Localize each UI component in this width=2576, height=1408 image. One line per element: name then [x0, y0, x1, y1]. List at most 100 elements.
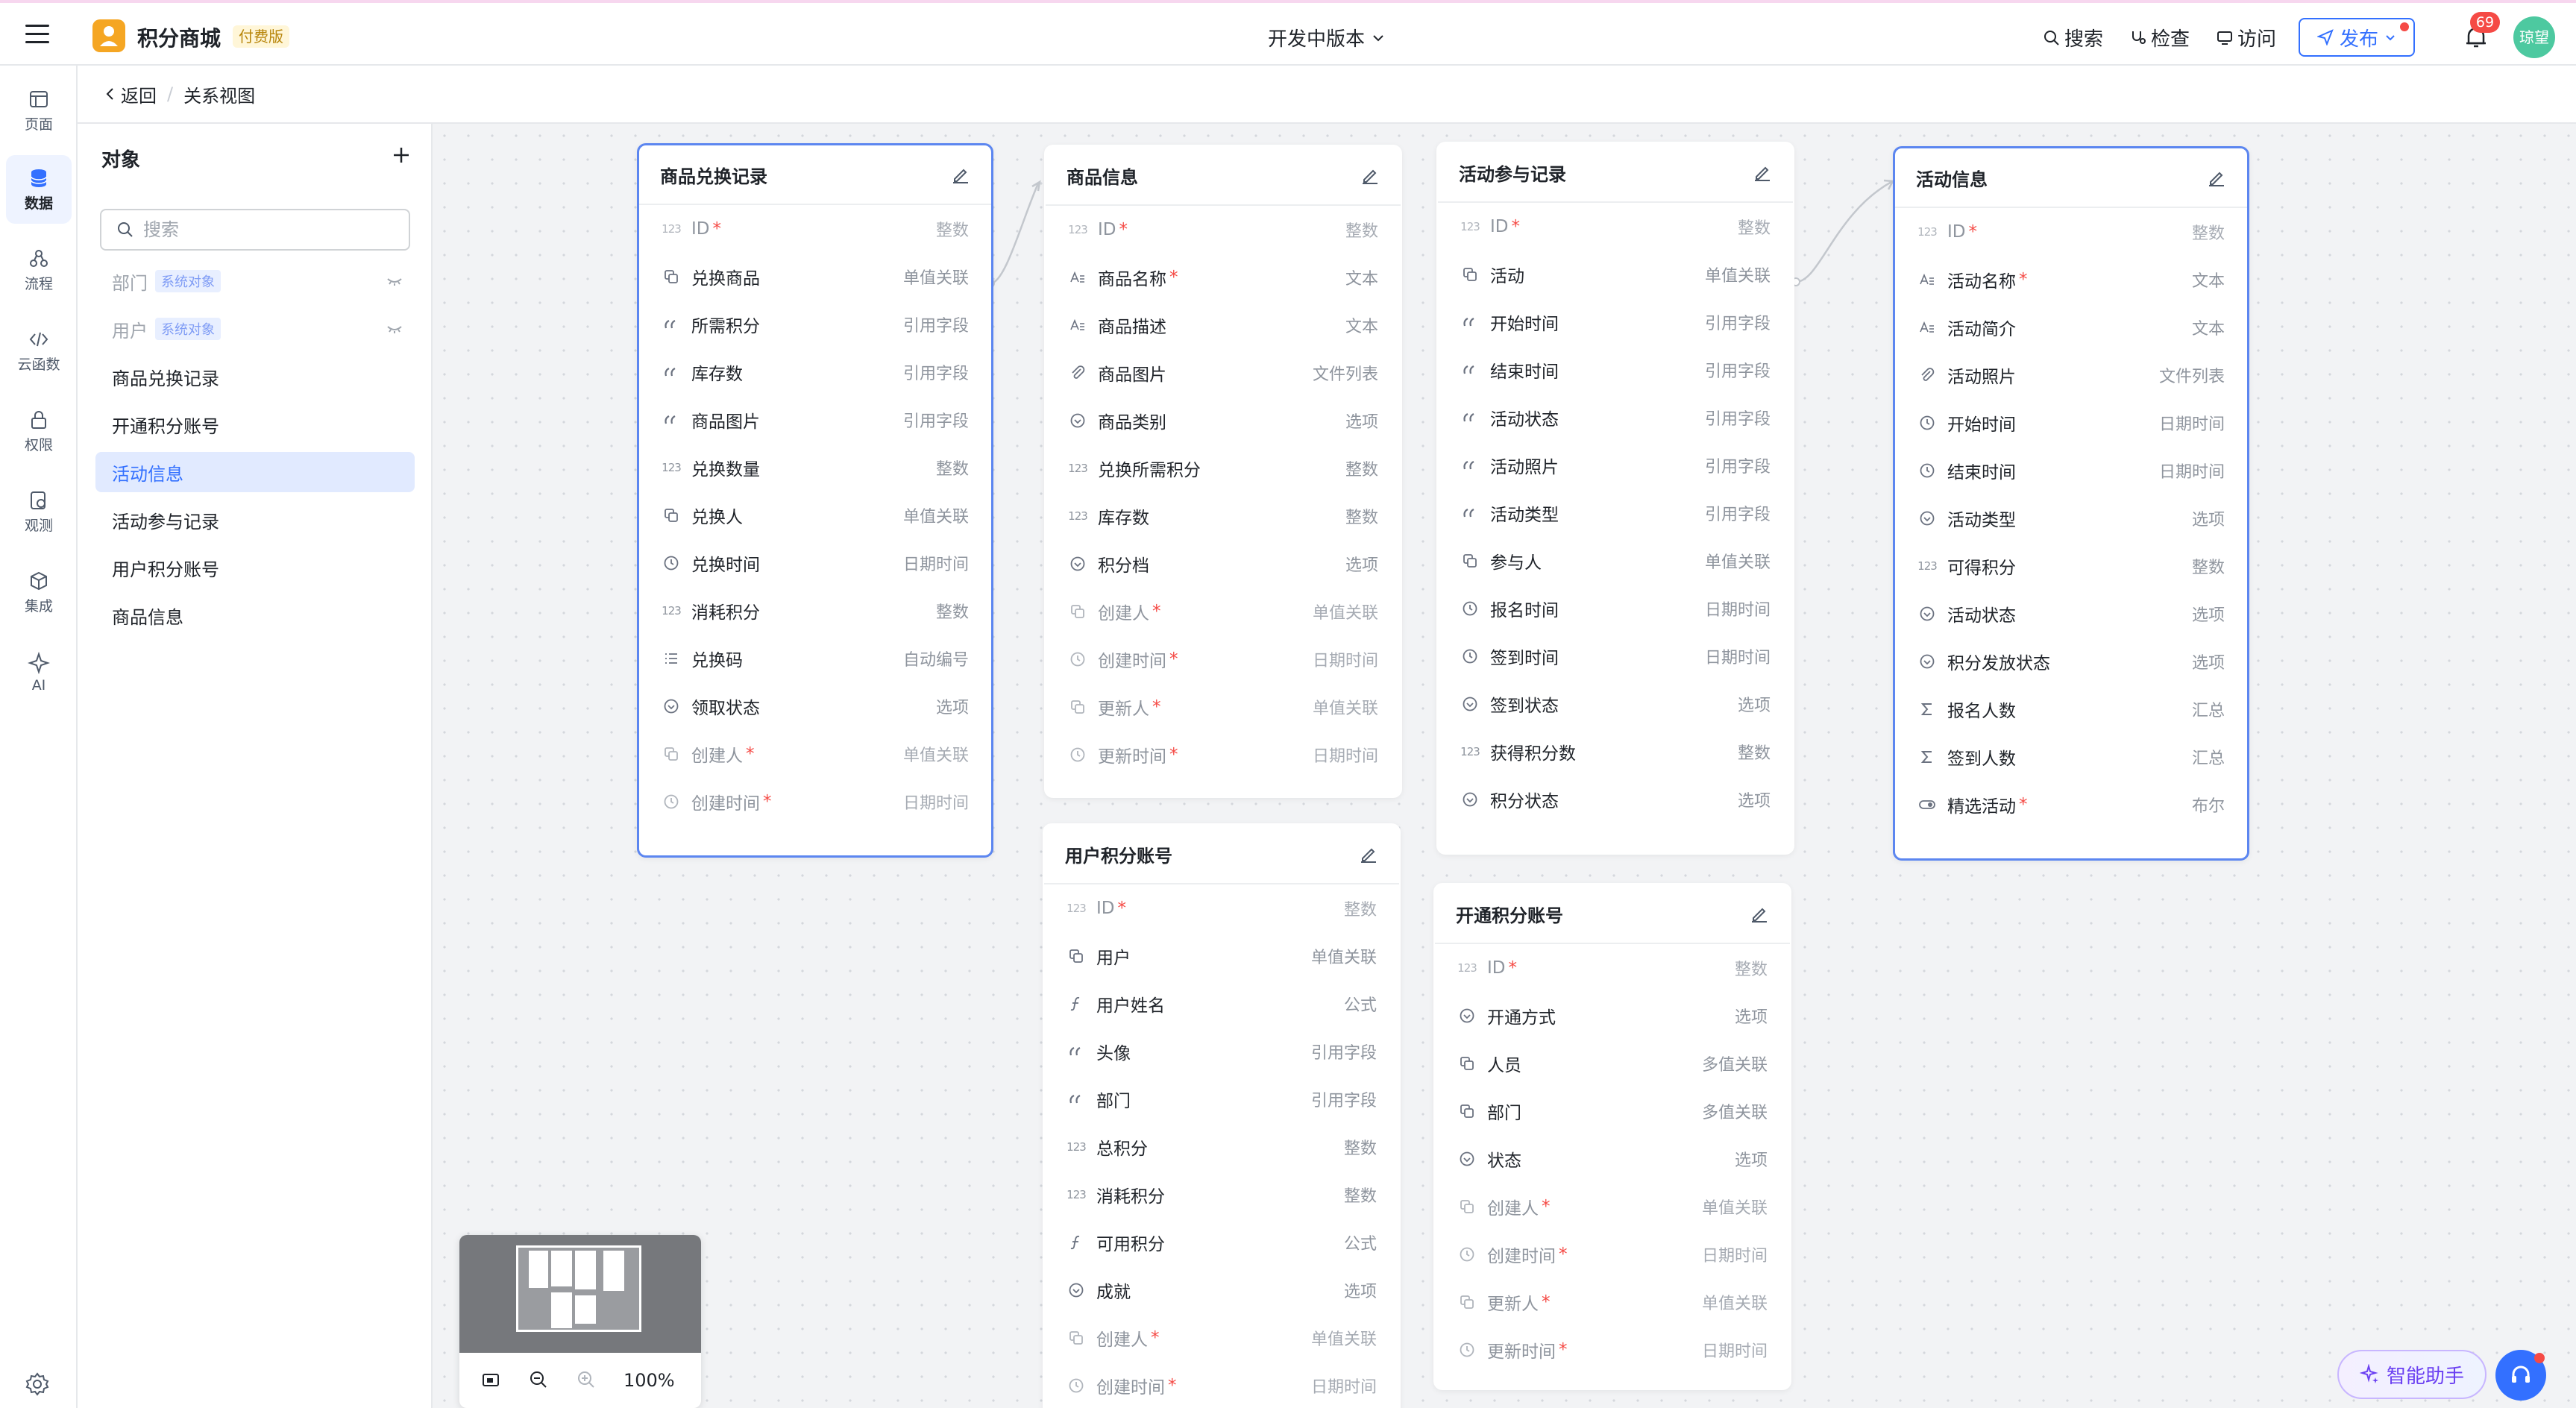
- field-row[interactable]: 商品类别 选项: [1046, 397, 1401, 444]
- rail-item-integration[interactable]: 集成: [6, 558, 72, 626]
- field-row[interactable]: 活动简介 文本: [1895, 304, 2247, 351]
- object-item-participation[interactable]: 活动参与记录: [95, 500, 415, 540]
- minimap[interactable]: 100%: [459, 1235, 701, 1408]
- field-row[interactable]: 人员 多值关联: [1435, 1040, 1790, 1087]
- field-row[interactable]: 创建人 * 单值关联: [1435, 1183, 1790, 1231]
- rail-item-ai[interactable]: AI: [6, 638, 72, 707]
- field-row[interactable]: 状态 选项: [1435, 1135, 1790, 1183]
- field-row[interactable]: 123 可得积分 整数: [1895, 542, 2247, 590]
- object-search-input[interactable]: [143, 219, 382, 240]
- rail-item-data[interactable]: 数据: [6, 155, 72, 224]
- object-card-exchange-record[interactable]: 商品兑换记录 123 ID * 整数 兑换商品 单值关联 所需积分 引用字段 库存数 引用字段 商品…: [637, 143, 993, 858]
- field-row[interactable]: 报名时间 日期时间: [1438, 585, 1793, 632]
- object-card-participation[interactable]: 活动参与记录 123 ID * 整数 活动 单值关联 开始时间 引用字段 结束时间 引用字段 活动状…: [1436, 142, 1794, 855]
- edit-icon[interactable]: [1360, 166, 1380, 185]
- field-row[interactable]: 123 兑换所需积分 整数: [1046, 444, 1401, 492]
- field-row[interactable]: 更新时间 * 日期时间: [1435, 1326, 1790, 1374]
- visit-button[interactable]: 访问: [2217, 24, 2276, 51]
- field-row[interactable]: 123 消耗积分 整数: [1044, 1171, 1399, 1219]
- field-row[interactable]: 123 兑换数量 整数: [639, 444, 991, 491]
- field-row[interactable]: 积分发放状态 选项: [1895, 638, 2247, 685]
- inspect-button[interactable]: 检查: [2130, 24, 2190, 51]
- gear-icon[interactable]: [24, 1371, 54, 1401]
- field-row[interactable]: 活动照片 引用字段: [1438, 441, 1793, 489]
- field-row[interactable]: 库存数 引用字段: [639, 348, 991, 396]
- object-card-user-account[interactable]: 用户积分账号 123 ID * 整数 用户 单值关联 用户姓名 公式 头像 引用字段 部门 引用字段 1…: [1043, 823, 1401, 1408]
- field-row[interactable]: 部门 多值关联: [1435, 1087, 1790, 1135]
- object-item-user[interactable]: 用户 系统对象: [95, 309, 415, 349]
- field-row[interactable]: 可用积分 公式: [1044, 1219, 1399, 1266]
- object-card-open-account[interactable]: 开通积分账号 123 ID * 整数 开通方式 选项 人员 多值关联 部门 多值关联 状态 选项 创建人…: [1433, 883, 1791, 1390]
- object-item-department[interactable]: 部门 系统对象: [95, 261, 415, 301]
- field-row[interactable]: 兑换商品 单值关联: [639, 253, 991, 301]
- field-row[interactable]: 创建时间 * 日期时间: [1044, 1362, 1399, 1408]
- object-card-activity-info[interactable]: 活动信息 123 ID * 整数 活动名称 * 文本 活动简介 文本 活动照片 文件列表 开始时间 日期…: [1893, 146, 2249, 861]
- field-row[interactable]: 123 ID * 整数: [1046, 206, 1401, 254]
- search-button[interactable]: 搜索: [2043, 24, 2103, 51]
- field-row[interactable]: 123 获得积分数 整数: [1438, 728, 1793, 776]
- field-row[interactable]: 积分状态 选项: [1438, 776, 1793, 823]
- field-row[interactable]: 兑换码 自动编号: [639, 635, 991, 682]
- field-row[interactable]: 创建时间 * 日期时间: [1435, 1231, 1790, 1278]
- relation-canvas[interactable]: 商品兑换记录 123 ID * 整数 兑换商品 单值关联 所需积分 引用字段 库存数 引用字段 商品…: [433, 124, 2576, 1408]
- object-card-product-info[interactable]: 商品信息 123 ID * 整数 商品名称 * 文本 商品描述 文本 商品图片 文件列表 商品类别 选项…: [1044, 145, 1402, 798]
- field-row[interactable]: 123 ID * 整数: [1044, 884, 1399, 932]
- field-row[interactable]: 参与人 单值关联: [1438, 537, 1793, 585]
- field-row[interactable]: 活动类型 引用字段: [1438, 489, 1793, 537]
- field-row[interactable]: 商品名称 * 文本: [1046, 254, 1401, 301]
- ai-assistant-button[interactable]: 智能助手: [2337, 1350, 2487, 1399]
- zoom-in-icon[interactable]: [576, 1369, 598, 1392]
- field-row[interactable]: 成就 选项: [1044, 1266, 1399, 1314]
- object-search[interactable]: [100, 209, 410, 251]
- eye-off-icon[interactable]: [386, 274, 403, 288]
- field-row[interactable]: 结束时间 日期时间: [1895, 447, 2247, 494]
- menu-icon[interactable]: [24, 22, 51, 46]
- field-row[interactable]: 123 ID * 整数: [1438, 203, 1793, 251]
- version-dropdown[interactable]: 开发中版本: [1268, 24, 1386, 51]
- minimap-viewport[interactable]: [516, 1245, 641, 1332]
- edit-icon[interactable]: [951, 165, 970, 184]
- object-item-exchange-record[interactable]: 商品兑换记录: [95, 356, 415, 397]
- field-row[interactable]: 开始时间 日期时间: [1895, 399, 2247, 447]
- field-row[interactable]: 创建人 * 单值关联: [639, 730, 991, 778]
- field-row[interactable]: 创建人 * 单值关联: [1044, 1314, 1399, 1362]
- field-row[interactable]: 领取状态 选项: [639, 682, 991, 730]
- field-row[interactable]: 开通方式 选项: [1435, 992, 1790, 1040]
- field-row[interactable]: 商品图片 文件列表: [1046, 349, 1401, 397]
- edit-icon[interactable]: [2207, 168, 2226, 187]
- field-row[interactable]: 用户 单值关联: [1044, 932, 1399, 980]
- zoom-out-icon[interactable]: [528, 1369, 550, 1392]
- field-row[interactable]: 创建时间 * 日期时间: [1046, 635, 1401, 683]
- field-row[interactable]: 部门 引用字段: [1044, 1075, 1399, 1123]
- field-row[interactable]: 活动名称 * 文本: [1895, 256, 2247, 304]
- field-row[interactable]: 签到人数 汇总: [1895, 733, 2247, 781]
- field-row[interactable]: 更新人 * 单值关联: [1435, 1278, 1790, 1326]
- minimap-view[interactable]: [459, 1235, 701, 1353]
- field-row[interactable]: 123 ID * 整数: [1895, 208, 2247, 256]
- field-row[interactable]: 精选活动 * 布尔: [1895, 781, 2247, 829]
- field-row[interactable]: 签到状态 选项: [1438, 680, 1793, 728]
- edit-icon[interactable]: [1753, 163, 1772, 182]
- edit-icon[interactable]: [1359, 844, 1378, 864]
- field-row[interactable]: 开始时间 引用字段: [1438, 298, 1793, 346]
- field-row[interactable]: 商品描述 文本: [1046, 301, 1401, 349]
- field-row[interactable]: 兑换人 单值关联: [639, 491, 991, 539]
- field-row[interactable]: 创建人 * 单值关联: [1046, 588, 1401, 635]
- field-row[interactable]: 更新时间 * 日期时间: [1046, 731, 1401, 779]
- rail-item-page[interactable]: 页面: [6, 76, 72, 145]
- rail-item-flow[interactable]: 流程: [6, 236, 72, 304]
- field-row[interactable]: 积分档 选项: [1046, 540, 1401, 588]
- field-row[interactable]: 活动状态 选项: [1895, 590, 2247, 638]
- object-item-open-account[interactable]: 开通积分账号: [95, 404, 415, 444]
- field-row[interactable]: 更新人 * 单值关联: [1046, 683, 1401, 731]
- field-row[interactable]: 头像 引用字段: [1044, 1028, 1399, 1075]
- field-row[interactable]: 123 消耗积分 整数: [639, 587, 991, 635]
- object-item-user-account[interactable]: 用户积分账号: [95, 547, 415, 588]
- field-row[interactable]: 签到时间 日期时间: [1438, 632, 1793, 680]
- field-row[interactable]: 用户姓名 公式: [1044, 980, 1399, 1028]
- back-button[interactable]: 返回: [104, 81, 157, 107]
- field-row[interactable]: 商品图片 引用字段: [639, 396, 991, 444]
- eye-off-icon[interactable]: [386, 322, 403, 336]
- field-row[interactable]: 123 库存数 整数: [1046, 492, 1401, 540]
- rail-item-cloud-function[interactable]: 云函数: [6, 316, 72, 385]
